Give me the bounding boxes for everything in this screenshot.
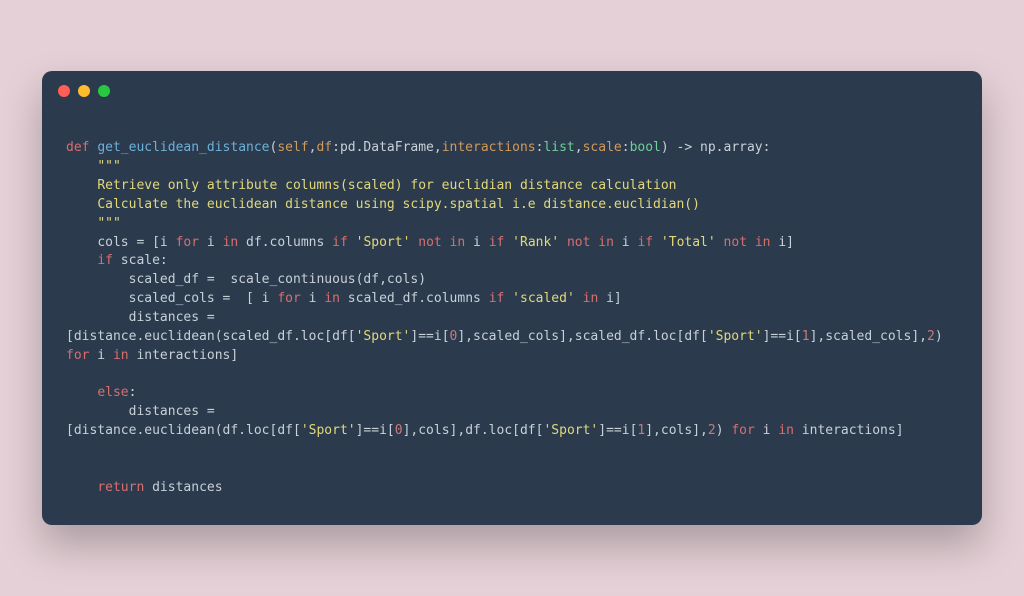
param-scale: scale: [583, 140, 622, 155]
dist-expr-start: [distance.euclidean(scaled_df.loc[df[: [66, 329, 356, 344]
keyword-if: if: [489, 291, 505, 306]
keyword-in: in: [583, 291, 599, 306]
var-i: i: [89, 348, 112, 363]
function-name: get_euclidean_distance: [97, 140, 269, 155]
var-i: i: [199, 235, 222, 250]
var-i: i: [614, 235, 637, 250]
param-self: self: [277, 140, 308, 155]
docstring-line: Retrieve only attribute columns(scaled) …: [66, 178, 677, 193]
dist-mid: ]==i[: [410, 329, 449, 344]
keyword-in: in: [442, 235, 465, 250]
indent: [66, 385, 97, 400]
string-scaled: 'scaled': [504, 291, 582, 306]
scaled-df-line: scaled_df = scale_continuous(df,cols): [66, 272, 426, 287]
keyword-in: in: [113, 348, 129, 363]
keyword-if: if: [97, 253, 113, 268]
minimize-icon[interactable]: [78, 85, 90, 97]
var-i-end: i]: [771, 235, 794, 250]
keyword-else: else: [97, 385, 128, 400]
indent: [66, 235, 97, 250]
var-i-end: i]: [598, 291, 621, 306]
keyword-in: in: [223, 235, 239, 250]
var-i: i: [755, 423, 778, 438]
colon: :: [763, 140, 771, 155]
string-sport: 'Sport': [543, 423, 598, 438]
close-icon[interactable]: [58, 85, 70, 97]
keyword-for: for: [176, 235, 199, 250]
keyword-for: for: [66, 348, 89, 363]
type-list: list: [543, 140, 574, 155]
colon: :: [332, 140, 340, 155]
string-sport: 'Sport': [708, 329, 763, 344]
dist-mid: ]==i[: [356, 423, 395, 438]
comma: ,: [575, 140, 583, 155]
keyword-in: in: [747, 235, 770, 250]
interactions-end: interactions]: [129, 348, 239, 363]
string-total: 'Total': [653, 235, 723, 250]
code-window: def get_euclidean_distance(self,df:pd.Da…: [42, 71, 982, 526]
keyword-not: not: [724, 235, 747, 250]
var-i: i: [301, 291, 324, 306]
colon: :: [622, 140, 630, 155]
var-i: i: [465, 235, 488, 250]
dist-mid: ): [716, 423, 732, 438]
interactions-end: interactions]: [794, 423, 904, 438]
maximize-icon[interactable]: [98, 85, 110, 97]
dist-mid: ): [935, 329, 951, 344]
keyword-for: for: [731, 423, 754, 438]
num-zero: 0: [395, 423, 403, 438]
distances-assign: distances =: [66, 404, 223, 419]
param-df: df: [316, 140, 332, 155]
keyword-not: not: [567, 235, 590, 250]
docstring-open: """: [66, 159, 121, 174]
string-sport: 'Sport': [301, 423, 356, 438]
dist-mid: ],scaled_cols],: [810, 329, 927, 344]
close-paren: ): [661, 140, 669, 155]
colon: :: [129, 385, 137, 400]
keyword-not: not: [418, 235, 441, 250]
scaled-cols-start: scaled_cols = [ i: [66, 291, 277, 306]
keyword-in: in: [590, 235, 613, 250]
dist-mid: ],cols],: [645, 423, 708, 438]
string-sport: 'Sport': [348, 235, 418, 250]
dist-mid: ]==i[: [598, 423, 637, 438]
scale-var: scale:: [113, 253, 168, 268]
type-dataframe: pd.DataFrame: [340, 140, 434, 155]
dist-expr-start: [distance.euclidean(df.loc[df[: [66, 423, 301, 438]
dist-mid: ],scaled_cols],scaled_df.loc[df[: [457, 329, 707, 344]
type-bool: bool: [630, 140, 661, 155]
dist-mid: ],cols],df.loc[df[: [403, 423, 544, 438]
keyword-for: for: [277, 291, 300, 306]
scaled-df-cols: scaled_df.columns: [340, 291, 489, 306]
window-controls: [42, 71, 982, 105]
param-interactions: interactions: [442, 140, 536, 155]
code-content: def get_euclidean_distance(self,df:pd.Da…: [42, 105, 982, 526]
docstring-close: """: [66, 216, 121, 231]
cols-assign: cols = [i: [97, 235, 175, 250]
keyword-if: if: [489, 235, 505, 250]
keyword-return: return: [97, 480, 144, 495]
docstring-line: Calculate the euclidean distance using s…: [66, 197, 700, 212]
keyword-if: if: [637, 235, 653, 250]
num-one: 1: [802, 329, 810, 344]
indent: [66, 480, 97, 495]
return-var: distances: [144, 480, 222, 495]
df-columns: df.columns: [238, 235, 332, 250]
comma: ,: [434, 140, 442, 155]
keyword-in: in: [324, 291, 340, 306]
num-two: 2: [708, 423, 716, 438]
dist-mid: ]==i[: [763, 329, 802, 344]
string-rank: 'Rank': [504, 235, 567, 250]
keyword-if: if: [332, 235, 348, 250]
return-type: np.array: [700, 140, 763, 155]
indent: [66, 253, 97, 268]
arrow: ->: [669, 140, 700, 155]
keyword-def: def: [66, 140, 89, 155]
distances-assign: distances =: [66, 310, 223, 325]
keyword-in: in: [778, 423, 794, 438]
num-two: 2: [927, 329, 935, 344]
string-sport: 'Sport': [356, 329, 411, 344]
